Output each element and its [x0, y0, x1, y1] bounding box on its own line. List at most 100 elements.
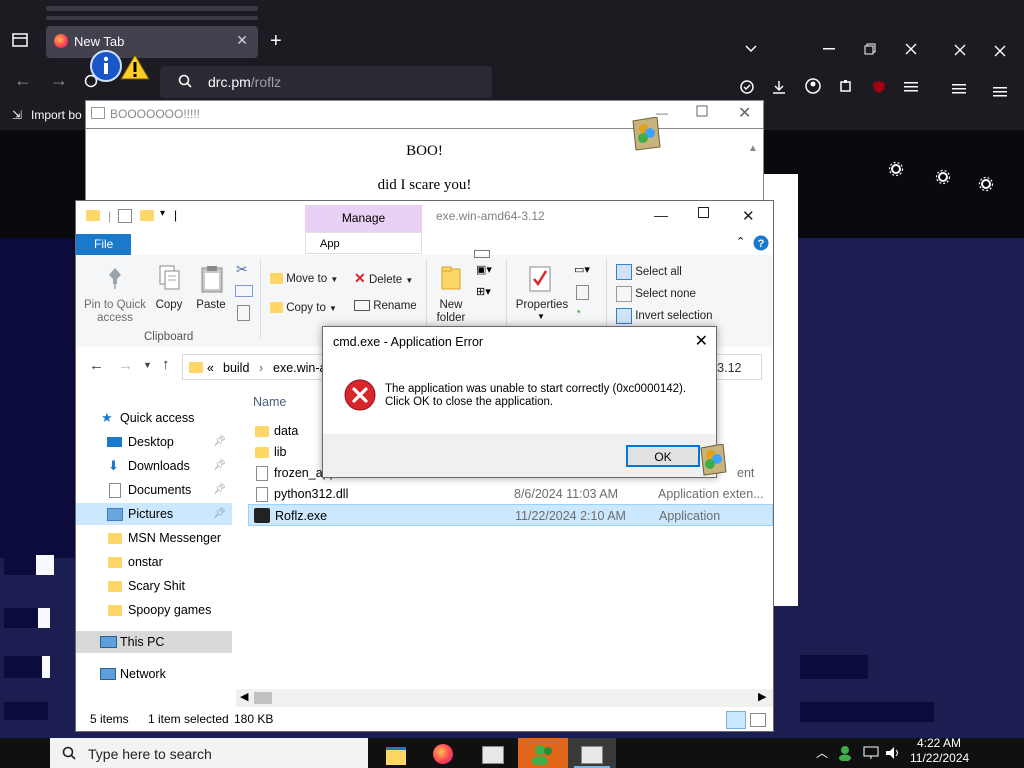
search-box-hint[interactable]: -3.12	[713, 355, 742, 381]
nav-item-spoopy-games[interactable]: Spoopy games	[76, 599, 232, 621]
paste-shortcut-icon[interactable]	[237, 305, 250, 321]
pin-icon[interactable]: 📌︎	[213, 479, 226, 501]
edit-icon[interactable]	[576, 285, 589, 300]
breadcrumb-exe[interactable]: exe.win-a	[273, 355, 327, 381]
taskbar-app-window[interactable]	[469, 738, 517, 768]
scroll-up-icon[interactable]: ▲	[748, 143, 758, 154]
invert-selection-button[interactable]: Invert selection	[616, 308, 713, 324]
account-icon[interactable]	[805, 78, 821, 94]
horizontal-scrollbar[interactable]: ◀ ▶	[236, 689, 773, 707]
new-tab-button[interactable]: +	[270, 30, 282, 53]
new-item-icon[interactable]: ▣▾	[476, 263, 492, 276]
breadcrumb-overflow[interactable]: «	[207, 355, 214, 381]
maximize-icon[interactable]	[696, 105, 708, 117]
pin-icon[interactable]: 📌︎	[213, 431, 226, 453]
extensions-icon[interactable]	[839, 79, 853, 93]
copy-to-button[interactable]: Copy to ▼	[270, 300, 337, 314]
new-folder-button[interactable]: New folder	[428, 299, 474, 325]
nav-item-scary-shit[interactable]: Scary Shit	[76, 575, 232, 597]
scroll-thumb[interactable]	[254, 692, 272, 704]
tab-list-icon[interactable]	[12, 32, 28, 48]
pin-icon[interactable]: 📌︎	[213, 455, 226, 477]
select-none-button[interactable]: Select none	[616, 286, 696, 302]
gear-icon[interactable]	[888, 161, 904, 177]
column-header-name[interactable]: Name	[253, 395, 286, 409]
properties-quick-icon[interactable]	[118, 209, 132, 223]
large-icons-view-icon[interactable]	[750, 713, 766, 727]
tab-close-icon[interactable]: ✕	[236, 32, 248, 49]
copy-button[interactable]: Copy	[152, 299, 186, 311]
msn-tray-icon[interactable]	[838, 745, 854, 761]
help-icon[interactable]: ?	[753, 235, 769, 251]
download-icon[interactable]	[772, 80, 786, 94]
nav-item-documents[interactable]: Documents 📌︎	[76, 479, 232, 501]
tab-application-tools[interactable]: App	[305, 232, 422, 254]
clock[interactable]: 4:22 AM 11/22/2024	[910, 736, 969, 766]
rename-button[interactable]: Rename	[354, 300, 417, 312]
paste-button[interactable]: Paste	[194, 299, 228, 311]
pin-icon[interactable]: 📌︎	[213, 503, 226, 525]
tab-manage[interactable]: Manage	[305, 205, 422, 232]
restore-icon[interactable]	[864, 43, 876, 55]
taskbar-file-explorer[interactable]	[372, 738, 420, 768]
nav-quick-access[interactable]: ★ Quick access	[76, 407, 232, 429]
taskbar-firefox[interactable]	[420, 738, 468, 768]
nav-item-pictures[interactable]: Pictures 📌︎	[76, 503, 232, 525]
scroll-right-icon[interactable]: ▶	[758, 690, 766, 703]
new-item-icon[interactable]	[474, 250, 490, 258]
details-view-icon[interactable]	[726, 711, 746, 729]
minimize-icon[interactable]: —	[654, 207, 668, 223]
recent-locations-icon[interactable]: ▼	[143, 360, 152, 370]
back-icon[interactable]: ←	[89, 357, 104, 374]
easy-access-icon[interactable]: ⊞▾	[476, 285, 491, 298]
breadcrumb-build[interactable]: build	[223, 355, 249, 381]
close-icon[interactable]	[905, 43, 917, 55]
properties-button[interactable]: Properties	[512, 299, 572, 311]
pin-to-quick-access-button[interactable]: Pin to Quick access	[80, 299, 150, 325]
cut-icon[interactable]: ✂	[236, 261, 248, 278]
close-icon[interactable]	[994, 45, 1006, 57]
ok-button[interactable]: OK	[626, 445, 700, 467]
menu-icon[interactable]	[993, 87, 1007, 97]
network-tray-icon[interactable]	[863, 746, 879, 760]
new-folder-quick-icon[interactable]	[140, 210, 154, 221]
dropdown-icon[interactable]: ▼	[537, 312, 545, 321]
menu-icon[interactable]	[904, 82, 918, 92]
forward-icon[interactable]: →	[118, 357, 133, 374]
copy-path-icon[interactable]	[235, 285, 253, 297]
customize-qat-icon[interactable]: ▾	[160, 208, 165, 219]
move-to-button[interactable]: Move to ▼	[270, 271, 338, 285]
back-icon[interactable]: ←	[14, 70, 32, 91]
select-all-button[interactable]: Select all	[616, 264, 682, 280]
taskbar-search[interactable]: Type here to search	[50, 738, 368, 768]
start-area[interactable]	[0, 738, 50, 768]
collapse-ribbon-icon[interactable]: ⌃	[736, 235, 745, 248]
tab-file[interactable]: File	[76, 234, 131, 255]
forward-icon[interactable]: →	[50, 70, 68, 91]
close-icon[interactable]: ✕	[738, 103, 751, 123]
gear-icon[interactable]	[935, 169, 951, 185]
ublock-icon[interactable]	[872, 80, 886, 94]
menu-icon[interactable]	[952, 84, 966, 94]
url-bar[interactable]: drc.pm/roflz	[160, 66, 492, 98]
history-icon[interactable]: ◔	[574, 305, 581, 319]
nav-item-msn-messenger[interactable]: MSN Messenger	[76, 527, 232, 549]
close-icon[interactable]: ✕	[695, 331, 708, 351]
nav-item-desktop[interactable]: Desktop 📌︎	[76, 431, 232, 453]
delete-button[interactable]: ✕ Delete ▼	[354, 270, 413, 287]
scroll-left-icon[interactable]: ◀	[240, 690, 248, 703]
close-icon[interactable]	[954, 44, 966, 56]
file-row[interactable]: python312.dll 8/6/2024 11:03 AM Applicat…	[248, 483, 773, 505]
nav-this-pc[interactable]: This PC	[76, 631, 232, 653]
taskbar-msn-messenger[interactable]	[518, 738, 568, 768]
chevron-up-icon[interactable]: ︿	[816, 744, 828, 761]
open-icon[interactable]: ▭▾	[574, 263, 590, 276]
speaker-icon[interactable]	[885, 745, 901, 761]
bookmarks-bar[interactable]: ⇲ Import bo	[0, 100, 90, 130]
browser-tab[interactable]: New Tab ✕	[46, 26, 258, 58]
close-icon[interactable]: ✕	[742, 207, 755, 225]
up-icon[interactable]: ↑	[162, 356, 170, 373]
nav-network[interactable]: Network	[76, 663, 232, 685]
taskbar-app-window-active[interactable]	[568, 738, 616, 768]
minimize-icon[interactable]	[823, 48, 835, 50]
